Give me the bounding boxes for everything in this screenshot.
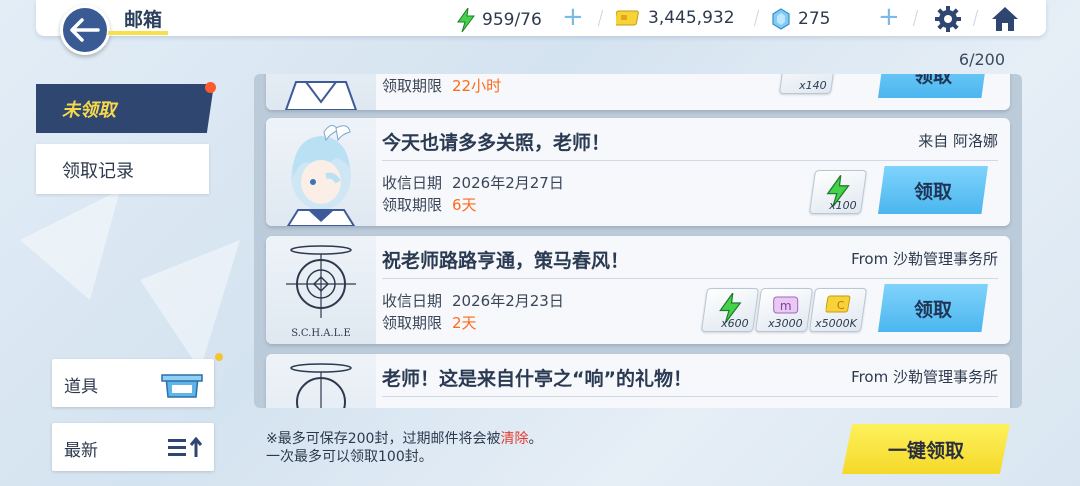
reward-count: x3000: [768, 317, 804, 330]
claim-limit-note: 一次最多可以领取100封。: [266, 449, 433, 465]
received-date: 2026年2月27日: [452, 174, 564, 192]
credits-display: 3,445,932: [616, 8, 735, 28]
credits-value: 3,445,932: [648, 8, 735, 28]
divider: [382, 278, 998, 279]
note-highlight: 清除: [500, 431, 529, 447]
mail-title: 老师！这是来自什亭之“响”的礼物！: [382, 368, 692, 390]
arrow-left-icon: [70, 18, 100, 42]
home-icon: [992, 7, 1018, 31]
reward-slot[interactable]: x140: [778, 74, 838, 94]
avatar: [266, 354, 376, 408]
reward-slot[interactable]: m x3000: [754, 288, 814, 332]
avatar: S.C.H.A.L.E: [266, 236, 376, 344]
mail-sender: From 沙勒管理事务所: [851, 368, 998, 386]
claim-button[interactable]: 领取: [878, 166, 988, 214]
gift-box-icon: [161, 374, 203, 398]
add-gems-button[interactable]: +: [878, 4, 900, 30]
claim-button[interactable]: 领取: [878, 74, 988, 98]
tab-unclaimed-label: 未领取: [62, 100, 116, 121]
credit-card-icon: [616, 10, 639, 26]
mail-ticket-icon: m: [773, 296, 799, 314]
gems-value: 275: [798, 9, 831, 29]
deadline-label: 领取期限: [382, 196, 443, 214]
settings-button[interactable]: [934, 5, 962, 37]
note-text: 。: [528, 431, 543, 447]
reward-slot[interactable]: x600: [700, 288, 760, 332]
divider: [382, 160, 998, 161]
stamina-bolt-icon: [457, 8, 475, 32]
claim-all-button[interactable]: 一键领取: [842, 424, 1010, 474]
reward-slot[interactable]: C x5000K: [808, 288, 868, 332]
storage-note: ※最多可保存200封，过期邮件将会被清除。: [266, 428, 542, 448]
reward-count: x100: [829, 199, 858, 212]
svg-text:C: C: [837, 299, 845, 312]
claim-button[interactable]: 领取: [878, 284, 988, 332]
schale-logo-icon: S.C.H.A.L.E: [286, 245, 356, 339]
schale-logo-icon: [290, 363, 352, 408]
gear-icon: [935, 6, 961, 32]
avatar: [266, 74, 376, 110]
page-title: 邮箱: [124, 9, 163, 31]
mail-item: 领取期限 22小时 x140 领取: [266, 74, 1010, 110]
reward-count: x140: [799, 79, 828, 92]
schale-text: S.C.H.A.L.E: [291, 328, 351, 339]
home-button[interactable]: [990, 5, 1020, 37]
items-filter-button[interactable]: 道具: [52, 359, 214, 407]
note-text: ※最多可保存200封，过期邮件将会被: [266, 431, 501, 447]
claim-label: 领取: [913, 74, 952, 87]
back-button[interactable]: [60, 5, 110, 55]
stamina-value: 959/76: [482, 10, 542, 30]
credit-card-icon: C: [825, 295, 851, 313]
sort-button[interactable]: 最新: [52, 423, 214, 471]
tab-history-label: 领取记录: [62, 161, 134, 182]
reward-count: x5000K: [815, 317, 858, 330]
sort-label: 最新: [64, 441, 98, 461]
mail-list[interactable]: 领取期限 22小时 x140 领取 今天也请多多关照，老师！ 来自 阿洛娜 收信日…: [254, 74, 1022, 408]
claim-all-label: 一键领取: [887, 439, 964, 462]
background-pattern: [20, 190, 240, 370]
avatar: [266, 118, 376, 226]
stamina-display: 959/76: [456, 8, 542, 32]
notification-dot: [205, 82, 216, 93]
mail-item[interactable]: 今天也请多多关照，老师！ 来自 阿洛娜 收信日期 2026年2月27日 领取期限 6…: [266, 118, 1010, 226]
svg-text:m: m: [780, 299, 792, 313]
title-underline: [108, 31, 168, 35]
arona-portrait-icon: [286, 125, 356, 226]
mail-item[interactable]: 老师！这是来自什亭之“响”的礼物！ From 沙勒管理事务所: [266, 354, 1010, 408]
add-stamina-button[interactable]: +: [562, 4, 584, 30]
reward-count: x600: [721, 317, 750, 330]
gems-display: 275: [772, 8, 830, 30]
reward-slot[interactable]: x100: [808, 170, 868, 214]
deadline-value: 22小时: [452, 77, 502, 95]
deadline-value: 2天: [452, 314, 477, 332]
deadline-label: 领取期限: [382, 77, 443, 95]
divider: [382, 396, 998, 397]
received-date: 2026年2月23日: [452, 292, 564, 310]
mail-counter: 6/200: [958, 50, 1005, 69]
mail-sender: 来自 阿洛娜: [918, 132, 998, 150]
sort-ascending-icon: [168, 437, 203, 457]
pyroxene-gem-icon: [772, 8, 790, 30]
deadline-label: 领取期限: [382, 314, 443, 332]
notification-dot: [215, 353, 223, 361]
items-filter-label: 道具: [64, 377, 98, 397]
claim-label: 领取: [913, 298, 952, 321]
received-label: 收信日期: [382, 292, 443, 310]
deadline-value: 6天: [452, 196, 477, 214]
received-label: 收信日期: [382, 174, 443, 192]
claim-label: 领取: [913, 180, 952, 203]
mail-title: 今天也请多多关照，老师！: [382, 132, 611, 154]
mail-sender: From 沙勒管理事务所: [851, 250, 998, 268]
mail-title: 祝老师路路亨通，策马春风！: [382, 250, 630, 272]
mail-item[interactable]: S.C.H.A.L.E 祝老师路路亨通，策马春风！ From 沙勒管理事务所 收…: [266, 236, 1010, 344]
